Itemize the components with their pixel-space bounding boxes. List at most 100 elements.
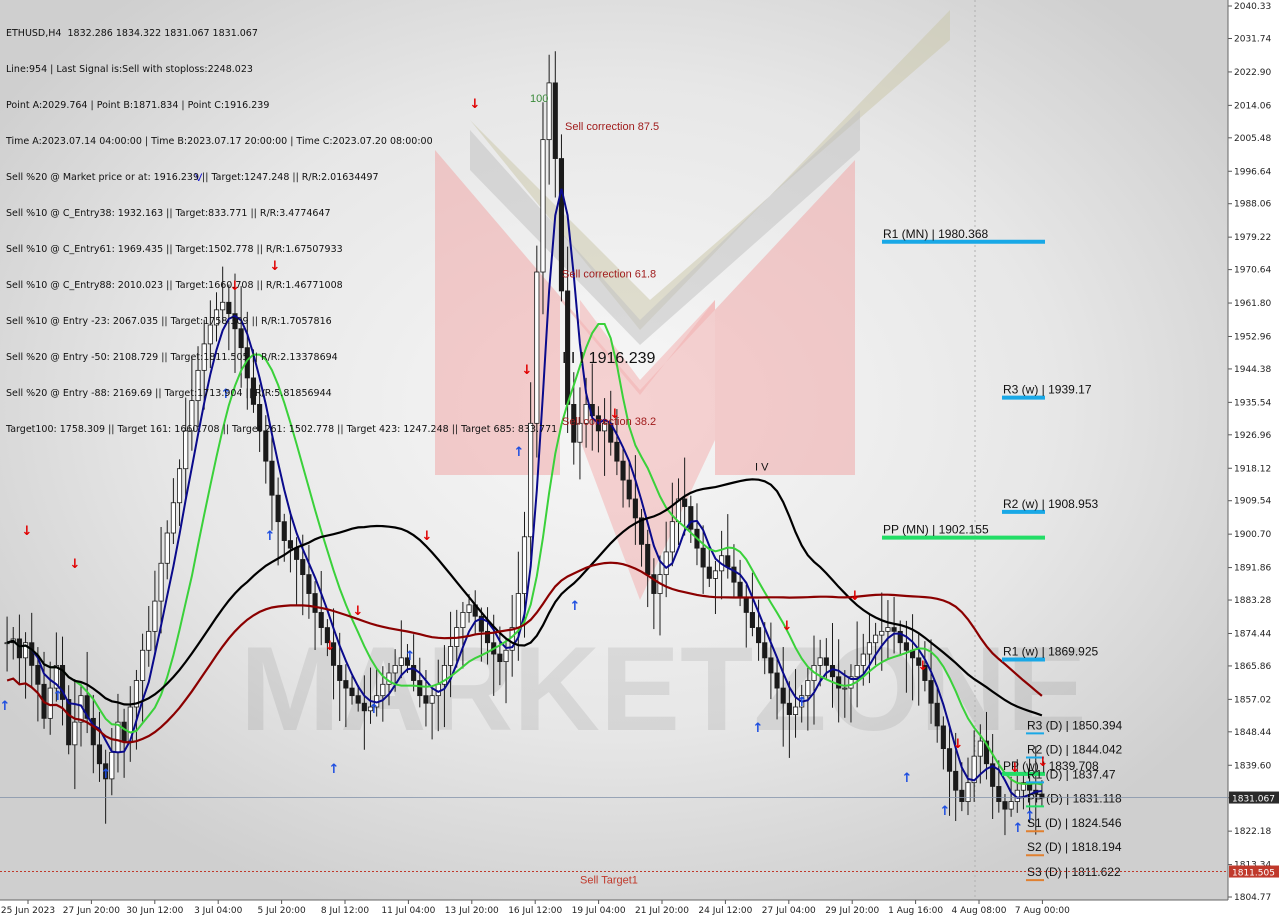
x-tick-label: 3 Jul 04:00 bbox=[194, 906, 243, 916]
sell-target-label: Sell Target1 bbox=[580, 875, 638, 887]
y-tick-label: 1979.22 bbox=[1234, 233, 1271, 243]
pivot-level-label: R2 (w) | 1908.953 bbox=[1003, 497, 1098, 511]
candle-body bbox=[66, 699, 72, 746]
candle-body bbox=[16, 638, 22, 659]
candle-body bbox=[164, 532, 170, 564]
candle-body bbox=[158, 562, 164, 602]
candle-body bbox=[706, 566, 712, 579]
x-tick-label: 27 Jun 20:00 bbox=[63, 906, 120, 916]
candle-body bbox=[737, 581, 743, 598]
y-tick-label: 1918.12 bbox=[1234, 464, 1271, 474]
sell-arrow-icon: ↓ bbox=[782, 619, 793, 634]
candle-body bbox=[497, 653, 503, 663]
info-line: Target100: 1758.309 || Target 161: 1660.… bbox=[6, 424, 558, 435]
y-tick-label: 2031.74 bbox=[1234, 34, 1271, 44]
candle-body bbox=[361, 702, 367, 712]
buy-arrow-icon: ↑ bbox=[570, 599, 581, 614]
y-tick-label: 1848.44 bbox=[1234, 728, 1271, 738]
candle-body bbox=[565, 290, 571, 405]
candle-body bbox=[337, 664, 343, 681]
sell-arrow-icon: ↓ bbox=[22, 524, 33, 539]
candle-body bbox=[823, 657, 829, 666]
x-tick-label: 5 Jul 20:00 bbox=[257, 906, 306, 916]
candle-body bbox=[423, 695, 429, 704]
buy-arrow-icon: ↑ bbox=[1025, 809, 1036, 824]
candle-body bbox=[626, 479, 632, 500]
x-tick-label: 11 Jul 04:00 bbox=[381, 906, 435, 916]
candle-body bbox=[946, 748, 953, 772]
buy-arrow-icon: ↑ bbox=[0, 699, 10, 714]
candle-body bbox=[294, 547, 300, 560]
buy-arrow-icon: ↑ bbox=[1013, 821, 1024, 836]
candle-body bbox=[515, 593, 521, 628]
candle-body bbox=[786, 702, 792, 715]
buy-arrow-icon: ↑ bbox=[101, 767, 112, 782]
candle-body bbox=[645, 543, 651, 576]
sell-arrow-icon: ↓ bbox=[353, 604, 364, 619]
pivot-level-label: PP (D) | 1831.118 bbox=[1027, 791, 1122, 805]
pivot-level-label: S3 (D) | 1811.622 bbox=[1027, 865, 1121, 879]
candle-body bbox=[466, 604, 472, 613]
info-line: Sell %10 @ Entry -23: 2067.035 || Target… bbox=[6, 316, 332, 327]
x-tick-label: 19 Jul 04:00 bbox=[572, 906, 626, 916]
y-tick-label: 1961.80 bbox=[1234, 299, 1271, 309]
candle-body bbox=[429, 695, 435, 704]
info-line: Point A:2029.764 | Point B:1871.834 | Po… bbox=[6, 100, 270, 111]
candle-body bbox=[940, 725, 946, 750]
buy-arrow-icon: ↑ bbox=[902, 771, 913, 786]
ohlc-label: 1832.286 1834.322 1831.067 1831.067 bbox=[67, 28, 258, 39]
candle-body bbox=[762, 642, 768, 659]
y-tick-label: 1952.96 bbox=[1234, 332, 1271, 342]
candle-body bbox=[860, 653, 866, 666]
candle-body bbox=[460, 612, 466, 628]
sell-arrow-icon: ↓ bbox=[1038, 755, 1049, 770]
candle-body bbox=[805, 680, 811, 697]
candle-body bbox=[774, 672, 780, 689]
candle-body bbox=[632, 498, 638, 519]
candle-body bbox=[417, 680, 423, 697]
candle-body bbox=[614, 441, 620, 462]
y-tick-label: 1944.38 bbox=[1234, 365, 1271, 375]
candle-body bbox=[521, 536, 528, 594]
candle-body bbox=[146, 630, 152, 651]
candle-body bbox=[903, 642, 909, 651]
candle-body bbox=[176, 468, 183, 504]
candle-body bbox=[275, 494, 281, 523]
candle-body bbox=[287, 540, 293, 549]
y-tick-label: 1822.18 bbox=[1234, 827, 1271, 837]
candle-body bbox=[965, 782, 971, 802]
candle-body bbox=[306, 574, 312, 594]
candle-body bbox=[682, 498, 688, 507]
candle-body bbox=[35, 664, 41, 685]
chart-annotation: Sell correction 61.8 bbox=[562, 269, 656, 281]
buy-arrow-icon: ↑ bbox=[753, 721, 764, 736]
x-tick-label: 8 Jul 12:00 bbox=[321, 906, 370, 916]
x-tick-label: 7 Aug 00:00 bbox=[1015, 906, 1070, 916]
y-tick-label: 1883.28 bbox=[1234, 596, 1271, 606]
target-price-label: 1811.505 bbox=[1232, 869, 1275, 879]
sell-arrow-icon: ↓ bbox=[70, 557, 81, 572]
candle-body bbox=[959, 789, 965, 802]
buy-arrow-icon: ↑ bbox=[265, 529, 276, 544]
pivot-level-label: S1 (D) | 1824.546 bbox=[1027, 816, 1122, 830]
info-line: Sell %10 @ C_Entry61: 1969.435 || Target… bbox=[6, 244, 343, 255]
chart-annotation: Sell correction 87.5 bbox=[565, 121, 659, 133]
buy-arrow-icon: ↑ bbox=[797, 695, 808, 710]
x-tick-label: 16 Jul 12:00 bbox=[508, 906, 562, 916]
info-line: Time A:2023.07.14 04:00:00 | Time B:2023… bbox=[6, 136, 433, 147]
symbol-label: ETHUSD,H4 bbox=[6, 28, 62, 39]
y-tick-label: 1874.44 bbox=[1234, 629, 1271, 639]
y-tick-label: 1891.86 bbox=[1234, 564, 1271, 574]
y-tick-label: 1857.02 bbox=[1234, 695, 1271, 705]
sell-arrow-icon: ↓ bbox=[1010, 761, 1021, 776]
y-tick-label: 1909.54 bbox=[1234, 497, 1271, 507]
candle-body bbox=[873, 634, 879, 644]
candle-body bbox=[121, 721, 127, 742]
candle-body bbox=[398, 657, 404, 666]
info-line: Sell %10 @ C_Entry38: 1932.163 || Target… bbox=[6, 208, 331, 219]
chart-annotation: I V bbox=[755, 462, 769, 474]
candle-body bbox=[836, 676, 842, 689]
info-line: Sell %20 @ Market price or at: 1916.239 … bbox=[6, 172, 379, 183]
candle-body bbox=[842, 687, 848, 690]
candle-body bbox=[749, 612, 755, 628]
